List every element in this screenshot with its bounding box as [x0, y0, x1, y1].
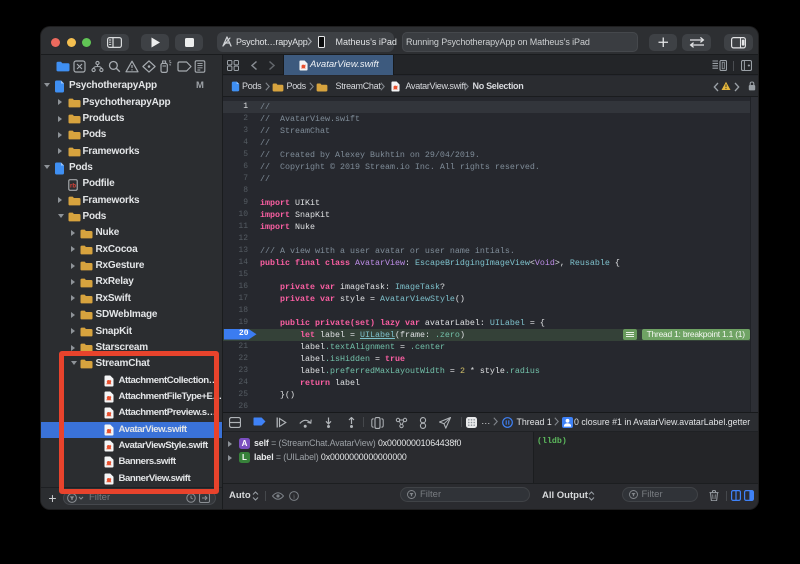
svg-text:i: i [293, 493, 295, 500]
svg-text:rb: rb [70, 183, 76, 189]
